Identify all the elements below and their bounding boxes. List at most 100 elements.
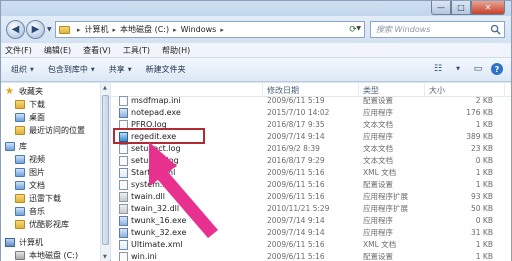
nav-item-pictures[interactable]: 图片 [15, 166, 45, 178]
nav-item-xunlei-downloads[interactable]: 迅雷下载 [15, 192, 61, 204]
file-row-setuperr[interactable]: setuperr.log 2016/8/17 9:29 文本文档 0 KB [111, 155, 511, 167]
file-row-twain-dll[interactable]: twain.dll 2009/6/11 5:16 应用程序扩展 93 KB [111, 191, 511, 203]
chevron-right-icon[interactable]: ▸ [220, 26, 224, 34]
scroll-up-icon[interactable]: ▲ [103, 85, 107, 91]
include-in-library-label: 包含到库中 [47, 65, 88, 74]
file-type: 文本文档 [363, 156, 393, 165]
scrollbar-thumb[interactable] [102, 95, 109, 245]
title-bar: — □ ✕ [1, 1, 511, 16]
breadcrumb-windows[interactable]: Windows [181, 25, 217, 34]
search-placeholder: 搜索 Windows [376, 25, 431, 34]
log-file-icon [119, 144, 128, 154]
navigation-pane: ★ 收藏夹 下载 桌面 最近访问的位置 库 视频 图片 文档 迅雷下载 音乐 优… [1, 83, 110, 261]
menu-file[interactable]: 文件(F) [5, 45, 32, 56]
menu-view[interactable]: 查看(V) [83, 45, 111, 56]
file-type: 应用程序 [363, 216, 393, 225]
file-row-win-ini[interactable]: win.ini 2009/6/11 5:16 配置设置 1 KB [111, 251, 511, 261]
include-in-library-button[interactable]: 包含到库中 ▼ [48, 64, 95, 75]
nav-item-recent-places[interactable]: 最近访问的位置 [15, 124, 85, 136]
file-row-twain-32-dll[interactable]: twain_32.dll 2010/11/21 5:29 应用程序扩展 50 K… [111, 203, 511, 215]
refresh-button[interactable]: ⟳ [343, 22, 363, 37]
file-date: 2015/7/10 14:02 [267, 108, 330, 117]
file-size: 0 KB [475, 156, 493, 165]
menu-tools[interactable]: 工具(T) [123, 45, 150, 56]
file-size: 93 KB [471, 192, 493, 201]
file-row-system-ini[interactable]: system.ini 2009/6/11 5:16 配置设置 1 KB [111, 179, 511, 191]
file-row-twunk-32[interactable]: twunk_32.exe 2009/7/14 9:14 应用程序 31 KB [111, 227, 511, 239]
forward-button[interactable]: ▶ [26, 20, 45, 39]
drive-icon [15, 250, 25, 260]
maximize-button[interactable]: □ [451, 1, 471, 15]
scroll-down-icon[interactable]: ▼ [103, 254, 107, 260]
chevron-right-icon[interactable]: ▸ [113, 26, 117, 34]
file-name: Starter.xml [131, 168, 176, 177]
back-arrow-icon: ◀ [11, 24, 20, 35]
file-name: setupact.log [131, 144, 181, 153]
help-icon[interactable]: ? [491, 63, 503, 75]
new-folder-button[interactable]: 新建文件夹 [146, 64, 186, 75]
file-size: 0 KB [475, 216, 493, 225]
file-date: 2016/8/17 9:29 [267, 156, 325, 165]
file-date: 2009/6/11 5:16 [267, 192, 325, 201]
breadcrumb-computer[interactable]: 计算机 [85, 24, 109, 35]
nav-item-label: 收藏夹 [19, 86, 43, 96]
nav-item-label: 图片 [29, 167, 45, 177]
file-row-ultimate[interactable]: Ultimate.xml 2009/6/11 5:16 XML 文档 1 KB [111, 239, 511, 251]
file-date: 2009/6/11 5:16 [267, 180, 325, 189]
close-button[interactable]: ✕ [471, 1, 505, 15]
nav-item-favorites[interactable]: ★ 收藏夹 [5, 85, 43, 97]
nav-item-music[interactable]: 音乐 [15, 205, 45, 217]
file-row-setupact[interactable]: setupact.log 2016/9/2 8:39 文本文档 23 KB [111, 143, 511, 155]
caret-down-icon: ▼ [30, 66, 34, 73]
file-row-twunk-16[interactable]: twunk_16.exe 2009/7/14 9:14 应用程序 0 KB [111, 215, 511, 227]
navigation-scrollbar[interactable]: ▲ ▼ [100, 83, 110, 261]
file-row-msdfmap[interactable]: msdfmap.ini 2009/6/11 5:19 配置设置 2 KB [111, 95, 511, 107]
nav-item-videos[interactable]: 视频 [15, 153, 45, 165]
organize-button[interactable]: 组织 ▼ [11, 64, 34, 75]
search-icon[interactable] [490, 24, 501, 35]
nav-item-libraries[interactable]: 库 [5, 140, 27, 152]
nav-item-local-disk-c[interactable]: 本地磁盘 (C:) [15, 249, 78, 261]
exe-file-icon [119, 108, 128, 118]
menu-help[interactable]: 帮助(H) [162, 45, 190, 56]
dll-file-icon [119, 204, 128, 214]
back-button[interactable]: ◀ [6, 20, 25, 39]
minimize-button[interactable]: — [431, 1, 451, 15]
nav-item-computer[interactable]: 计算机 [5, 236, 43, 248]
file-type: 配置设置 [363, 252, 393, 261]
nav-item-label: 下载 [29, 99, 45, 109]
file-name: Ultimate.xml [131, 240, 183, 249]
file-row-regedit[interactable]: regedit.exe 2009/7/14 9:14 应用程序 389 KB [111, 131, 511, 143]
address-bar[interactable]: ▸ 计算机 ▸ 本地磁盘 (C:) ▸ Windows ▸ ▼ [55, 21, 365, 38]
log-file-icon [119, 156, 128, 166]
breadcrumb-local-disk[interactable]: 本地磁盘 (C:) [120, 24, 169, 35]
folder-icon [59, 25, 70, 34]
documents-icon [15, 180, 25, 190]
file-name: twunk_16.exe [131, 216, 187, 225]
preview-pane-icon[interactable]: ▭ [471, 62, 485, 76]
nav-item-label: 迅雷下载 [29, 193, 61, 203]
menu-edit[interactable]: 编辑(E) [44, 45, 71, 56]
folder-icon [15, 219, 25, 229]
file-size: 389 KB [466, 132, 493, 141]
nav-item-downloads[interactable]: 下载 [15, 98, 45, 110]
view-options-dropdown-icon[interactable]: ▼ [451, 62, 465, 76]
nav-item-documents[interactable]: 文档 [15, 179, 45, 191]
chevron-right-icon[interactable]: ▸ [77, 26, 81, 34]
chevron-right-icon[interactable]: ▸ [173, 26, 177, 34]
nav-item-label: 桌面 [29, 112, 45, 122]
file-size: 1 KB [475, 120, 493, 129]
file-type: 应用程序 [363, 108, 393, 117]
recent-pages-dropdown-icon[interactable]: ▼ [47, 26, 52, 33]
file-row-starter[interactable]: Starter.xml 2009/6/11 5:16 XML 文档 1 KB [111, 167, 511, 179]
nav-item-youku-library[interactable]: 优酷影视库 [15, 218, 69, 230]
recent-icon [15, 125, 25, 135]
nav-item-desktop[interactable]: 桌面 [15, 111, 45, 123]
search-input[interactable]: 搜索 Windows [370, 21, 505, 38]
share-button[interactable]: 共享 ▼ [109, 64, 132, 75]
file-row-pfro[interactable]: PFRO.log 2016/8/17 9:35 文本文档 1 KB [111, 119, 511, 131]
file-row-notepad[interactable]: notepad.exe 2015/7/10 14:02 应用程序 176 KB [111, 107, 511, 119]
nav-item-label: 文档 [29, 180, 45, 190]
exe-file-icon [119, 216, 128, 226]
change-view-icon[interactable]: ☷ [431, 62, 445, 76]
